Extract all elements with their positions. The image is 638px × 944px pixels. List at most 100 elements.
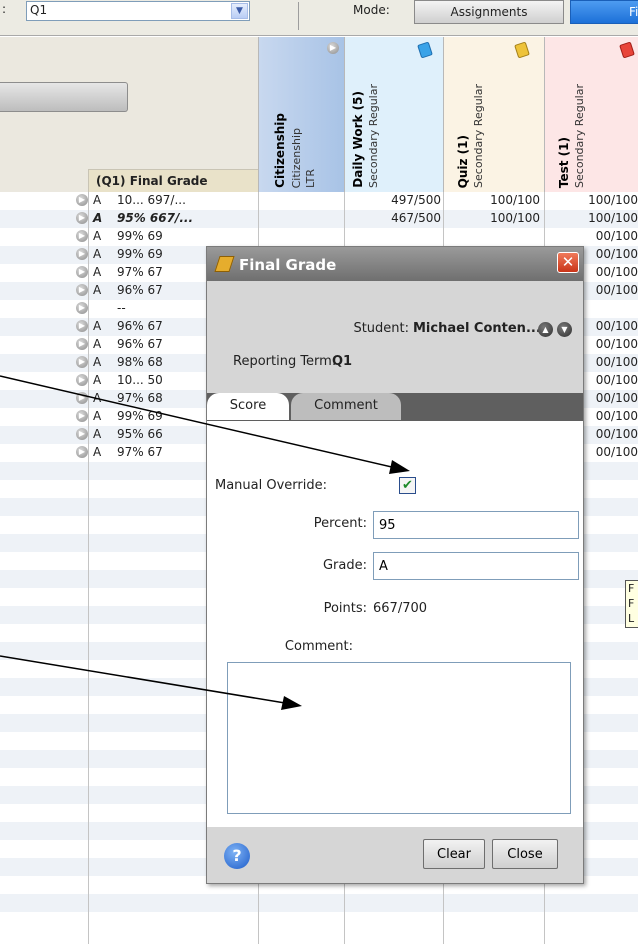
arrow-right-icon[interactable]: ▶ [76,230,88,242]
cell-grade[interactable]: A [93,445,101,459]
cell-dw[interactable]: 467/500 [344,211,441,225]
reporting-term-value: Q1 [332,354,353,369]
citizenship-title: Citizenship [273,113,287,188]
toolbar: : Q1 ▼ Mode: Assignments Final [0,0,638,36]
cell-grade[interactable]: A [93,427,101,441]
cell-grade[interactable]: A [93,265,101,279]
grid-header-left: (Q1) Final Grade [0,37,258,192]
close-button[interactable]: Close [492,839,558,869]
term-select[interactable]: Q1 ▼ [26,1,250,21]
cell-grade[interactable]: A [93,229,101,243]
clipboard-icon [417,41,433,59]
help-icon[interactable]: ? [224,843,250,869]
term-label: : [2,2,7,16]
manual-override-checkbox[interactable]: ✔ [399,477,416,494]
daily-work-title: Daily Work (5) [351,91,365,188]
test-sub: Secondary Regular [573,84,586,188]
arrow-right-icon[interactable]: ▶ [76,446,88,458]
cell-pct[interactable]: 95% 667/... [117,211,253,225]
cell-pct[interactable]: 99% 69 [117,229,253,243]
previous-student-icon[interactable]: ▲ [538,322,553,337]
comment-label: Comment: [284,639,353,654]
daily-work-sub: Secondary Regular [367,84,380,188]
arrow-right-icon[interactable]: ▶ [76,338,88,350]
mode-final-button[interactable]: Final [570,0,638,24]
arrow-right-icon[interactable]: ▶ [76,302,88,314]
cell-grade[interactable]: A [93,247,101,261]
clipboard-icon [619,41,635,59]
column-divider [88,192,89,944]
citizenship-sub: Citizenship [290,127,303,188]
clear-button[interactable]: Clear [423,839,485,869]
clipboard-icon [514,41,530,59]
pencil-icon [214,256,235,272]
arrow-right-icon[interactable]: ▶ [76,428,88,440]
cell-grade[interactable]: A [93,193,101,207]
chevron-down-icon[interactable]: ▼ [231,3,248,19]
cell-ts[interactable]: 100/100 [544,193,638,207]
tooltip-line: F [628,582,635,595]
score-panel: Manual Override: ✔ Percent: Grade: Point… [207,421,583,827]
arrow-right-icon[interactable]: ▶ [76,248,88,260]
test-title: Test (1) [557,136,571,188]
dialog-title: Final Grade [239,256,337,274]
arrow-right-icon[interactable]: ▶ [76,410,88,422]
arrow-right-icon[interactable]: ▶ [76,374,88,386]
cell-grade[interactable]: A [93,391,101,405]
cell-grade[interactable]: A [93,319,101,333]
table-row[interactable]: ▶ A 95% 667/... 467/500 100/100 100/100 [0,210,638,228]
cell-grade[interactable]: A [93,409,101,423]
cell-ts[interactable]: 00/100 [544,229,638,243]
cell-grade[interactable]: A [93,373,101,387]
mode-assignments-button[interactable]: Assignments [414,0,564,24]
grade-input[interactable] [373,552,579,580]
cell-qz[interactable]: 100/100 [443,211,540,225]
cell-grade[interactable]: A [93,283,101,297]
table-row[interactable]: ▶ A 99% 69 00/100 [0,228,638,246]
quiz-sub: Secondary Regular [472,84,485,188]
test-column-header[interactable]: Test (1) Secondary Regular [544,37,638,192]
table-row[interactable]: ▶ A 10... 697/... 497/500 100/100 100/100 [0,192,638,210]
comment-textarea[interactable] [227,662,571,814]
tooltip-line: F [628,597,635,610]
term-select-value: Q1 [30,3,48,17]
cell-grade[interactable]: A [93,211,102,225]
points-label: Points: [323,601,367,616]
arrow-right-icon[interactable]: ▶ [76,320,88,332]
arrow-right-icon[interactable]: ▶ [76,356,88,368]
citizenship-column-header[interactable]: ▶ Citizenship Citizenship LTR [258,37,344,192]
arrow-right-icon[interactable]: ▶ [76,284,88,296]
reporting-term-label: Reporting Term: [233,354,337,369]
arrow-right-icon[interactable]: ▶ [327,42,339,54]
points-value: 667/700 [373,601,428,616]
arrow-right-icon[interactable]: ▶ [76,392,88,404]
final-grade-dialog: Final Grade ✕ Student: Michael Conten...… [206,246,584,884]
quiz-column-header[interactable]: Quiz (1) Secondary Regular [443,37,544,192]
grade-label: Grade: [322,558,367,573]
tooltip-fragment: F F L [625,580,638,628]
arrow-right-icon[interactable]: ▶ [76,266,88,278]
citizenship-ltr: LTR [304,169,317,188]
cell-grade[interactable]: A [93,337,101,351]
tab-comment[interactable]: Comment [291,393,401,420]
mode-label: Mode: [353,3,390,17]
percent-label: Percent: [313,516,367,531]
cell-grade[interactable]: A [93,355,101,369]
percent-input[interactable] [373,511,579,539]
cell-ts[interactable]: 100/100 [544,211,638,225]
quiz-title: Quiz (1) [456,134,470,188]
next-student-icon[interactable]: ▼ [557,322,572,337]
cell-qz[interactable]: 100/100 [443,193,540,207]
toolbar-divider [298,2,299,30]
cell-pct[interactable]: 10... 697/... [117,193,253,207]
cell-dw[interactable]: 497/500 [344,193,441,207]
final-grade-column-header[interactable]: (Q1) Final Grade [88,169,258,192]
close-icon[interactable]: ✕ [557,252,579,273]
tab-score[interactable]: Score [207,393,289,420]
arrow-right-icon[interactable]: ▶ [76,194,88,206]
arrow-right-icon[interactable]: ▶ [76,212,88,224]
daily-work-column-header[interactable]: Daily Work (5) Secondary Regular [344,37,443,192]
header-button[interactable] [0,82,128,112]
dialog-title-bar[interactable]: Final Grade ✕ [207,247,583,281]
student-name: Michael Conten... [413,321,541,336]
